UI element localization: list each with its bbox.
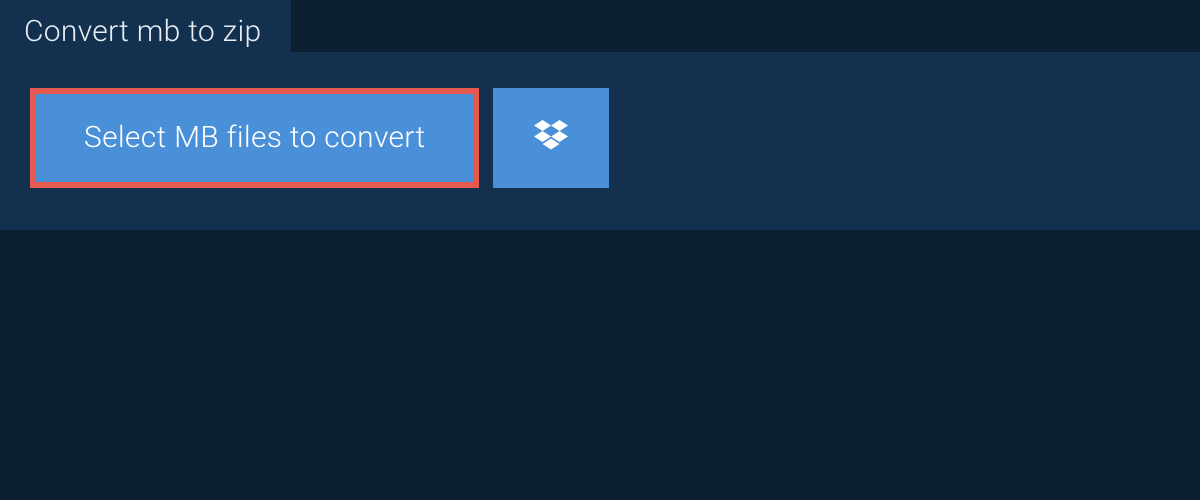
tab-label: Convert mb to zip [24,14,261,49]
select-files-label: Select MB files to convert [84,120,425,155]
active-tab[interactable]: Convert mb to zip [0,0,291,63]
dropbox-button[interactable] [493,88,609,188]
button-row: Select MB files to convert [30,88,1170,188]
select-files-button[interactable]: Select MB files to convert [30,88,479,188]
panel-body: Select MB files to convert [0,52,1200,230]
dropbox-icon [534,120,568,156]
converter-panel: Convert mb to zip Select MB files to con… [0,52,1200,230]
